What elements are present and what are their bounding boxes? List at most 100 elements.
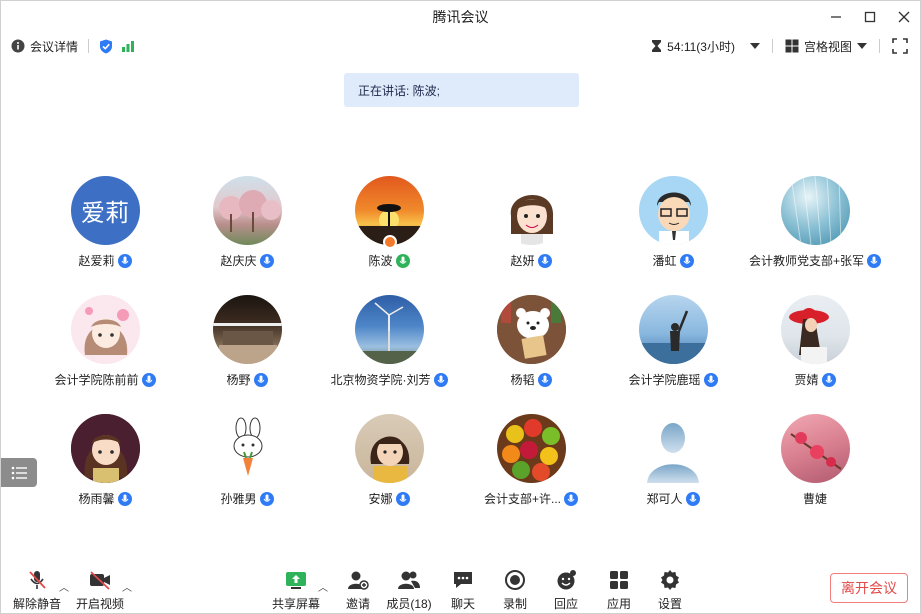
record-label: 录制 bbox=[502, 597, 527, 611]
video-options-chevron-icon[interactable]: ︿ bbox=[122, 579, 132, 594]
participant-name: 贾婧 bbox=[794, 373, 819, 387]
tree-photo-icon bbox=[218, 190, 281, 232]
divider bbox=[879, 39, 880, 53]
windmill-photo-icon bbox=[354, 302, 424, 364]
anime-girl-icon bbox=[84, 307, 129, 355]
default-user-icon bbox=[646, 423, 699, 483]
apps-label: 应用 bbox=[606, 597, 631, 611]
microphone-icon bbox=[433, 372, 448, 387]
chat-button[interactable]: 聊天 bbox=[433, 569, 493, 612]
divider bbox=[88, 39, 90, 53]
microphone-icon bbox=[537, 372, 552, 387]
participant-name: 会计学院鹿瑶 bbox=[628, 373, 701, 387]
participant-name: 郑可人 bbox=[646, 492, 683, 506]
share-screen-button[interactable]: 共享屏幕 bbox=[266, 569, 326, 612]
cartoon-boy-icon bbox=[656, 192, 691, 245]
unmute-button[interactable]: 解除静音 bbox=[7, 569, 67, 612]
security-button[interactable] bbox=[99, 39, 113, 54]
network-status-button[interactable] bbox=[121, 40, 135, 52]
maximize-button[interactable] bbox=[860, 7, 880, 27]
invite-label: 邀请 bbox=[345, 597, 370, 611]
participant-tile[interactable]: 杨野 bbox=[176, 295, 318, 414]
participant-name: 孙雅男 bbox=[220, 492, 257, 506]
minimize-button[interactable] bbox=[826, 7, 846, 27]
chevron-down-icon bbox=[749, 43, 760, 49]
window-controls bbox=[826, 1, 914, 33]
participant-tile[interactable]: 爱莉 赵爱莉 bbox=[34, 176, 176, 295]
participant-tile[interactable]: 赵妍 bbox=[460, 176, 602, 295]
active-speaker-banner: 正在讲话: 陈波; bbox=[344, 73, 579, 107]
title-bar: 腾讯会议 bbox=[1, 1, 920, 33]
participant-tile[interactable]: 曹婕 bbox=[744, 414, 886, 533]
avatar bbox=[354, 414, 424, 483]
share-options-chevron-icon[interactable]: ︿ bbox=[318, 579, 328, 594]
signal-icon bbox=[122, 41, 135, 52]
participant-tile[interactable]: 会计学院鹿瑶 bbox=[602, 295, 744, 414]
timer-text: 54:11(3小时) bbox=[667, 39, 735, 54]
participant-tile[interactable]: 贾婧 bbox=[744, 295, 886, 414]
settings-label: 设置 bbox=[657, 597, 682, 611]
start-video-label: 开启视频 bbox=[75, 597, 124, 611]
info-icon bbox=[11, 39, 25, 53]
microphone-icon bbox=[395, 491, 410, 506]
avatar bbox=[354, 176, 424, 249]
leave-meeting-button[interactable]: 离开会议 bbox=[830, 573, 908, 603]
participant-tile[interactable]: 陈波 bbox=[318, 176, 460, 295]
share-screen-label: 共享屏幕 bbox=[271, 597, 320, 611]
shield-icon bbox=[100, 39, 113, 53]
avatar bbox=[212, 176, 282, 245]
microphone-icon bbox=[564, 491, 578, 506]
chat-icon bbox=[454, 572, 472, 588]
grid-view-icon bbox=[785, 39, 799, 53]
participant-tile[interactable]: 会计支部+许... bbox=[460, 414, 602, 533]
rabbit-carrot-icon bbox=[233, 417, 262, 476]
camera-off-icon bbox=[90, 571, 110, 590]
participant-name: 杨雨馨 bbox=[78, 492, 115, 506]
member-list-toggle[interactable] bbox=[1, 458, 37, 487]
microphone-icon bbox=[253, 372, 268, 387]
participant-name: 安娜 bbox=[368, 492, 393, 506]
participant-tile[interactable]: 潘虹 bbox=[602, 176, 744, 295]
participant-tile[interactable]: 安娜 bbox=[318, 414, 460, 533]
microphone-icon bbox=[703, 372, 718, 387]
microphone-icon bbox=[259, 253, 274, 268]
participant-tile[interactable]: 赵庆庆 bbox=[176, 176, 318, 295]
close-icon bbox=[898, 11, 910, 23]
avatar bbox=[638, 176, 708, 245]
participant-tile[interactable]: 会计教师党支部+张军 bbox=[744, 176, 886, 295]
participant-tile[interactable]: 北京物资学院·刘芳 bbox=[318, 295, 460, 414]
participant-tile[interactable]: 会计学院陈前前 bbox=[34, 295, 176, 414]
close-button[interactable] bbox=[894, 7, 914, 27]
minimize-icon bbox=[831, 16, 841, 18]
participant-name: 赵庆庆 bbox=[220, 254, 257, 268]
participant-tile[interactable]: 杨雨馨 bbox=[34, 414, 176, 533]
microphone-muted-icon bbox=[29, 571, 46, 589]
participant-tile[interactable]: 杨韬 bbox=[460, 295, 602, 414]
window-title: 腾讯会议 bbox=[432, 9, 489, 25]
participant-grid: 爱莉 赵爱莉 赵庆庆 陈波 赵妍 潘虹 会计教师党支部+张军 会计学院陈前前 杨… bbox=[34, 176, 884, 533]
participant-name: 会计支部+许... bbox=[483, 492, 561, 506]
avatar bbox=[496, 176, 566, 245]
maximize-icon bbox=[864, 11, 876, 23]
fullscreen-button[interactable] bbox=[892, 38, 908, 54]
avatar bbox=[638, 295, 708, 364]
microphone-icon bbox=[259, 491, 274, 506]
avatar-initials: 爱莉 bbox=[81, 200, 129, 227]
members-button[interactable]: 成员(18) bbox=[379, 569, 439, 612]
react-button[interactable]: 回应 bbox=[536, 569, 596, 612]
avatar bbox=[496, 295, 566, 364]
fruit-photo-icon bbox=[501, 419, 560, 481]
audio-options-chevron-icon[interactable]: ︿ bbox=[59, 579, 69, 594]
view-mode-label: 宫格视图 bbox=[803, 39, 852, 54]
avatar bbox=[70, 414, 140, 483]
settings-button[interactable]: 设置 bbox=[640, 569, 700, 612]
water-drops-icon bbox=[790, 176, 841, 245]
microphone-icon bbox=[117, 491, 132, 506]
meeting-timer[interactable]: 54:11(3小时) bbox=[651, 38, 760, 55]
microphone-speaking-icon bbox=[395, 253, 410, 268]
view-mode-button[interactable]: 宫格视图 bbox=[785, 38, 867, 55]
meeting-details-button[interactable]: 会议详情 bbox=[11, 38, 78, 55]
participant-tile[interactable]: 郑可人 bbox=[602, 414, 744, 533]
participant-tile[interactable]: 孙雅男 bbox=[176, 414, 318, 533]
start-video-button[interactable]: 开启视频 bbox=[70, 569, 130, 612]
